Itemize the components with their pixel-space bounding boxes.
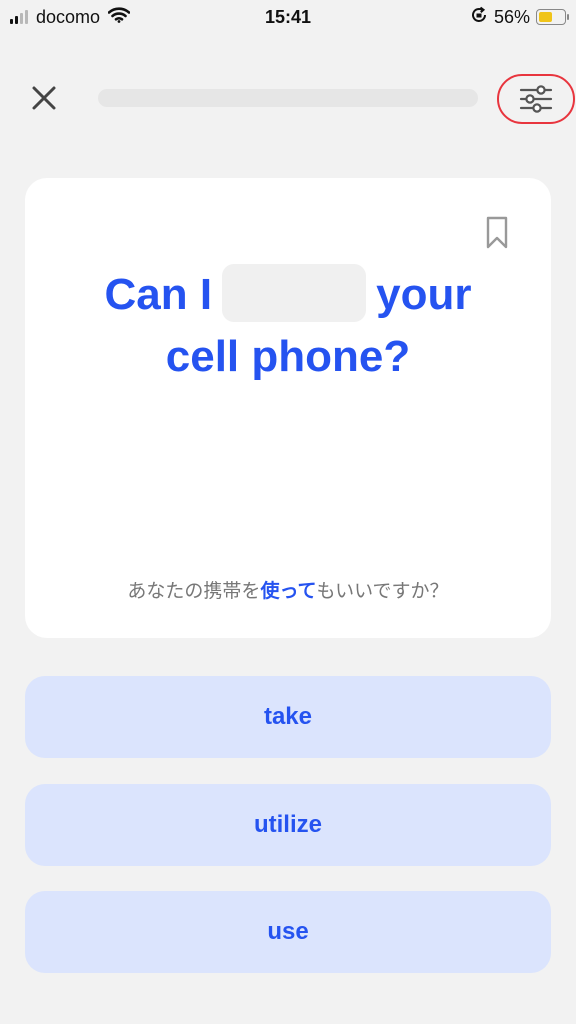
- carrier-name: docomo: [36, 6, 101, 27]
- answer-blank: [222, 264, 367, 323]
- sliders-icon: [519, 85, 553, 113]
- sentence-line-2: cell phone?: [165, 332, 411, 381]
- sentence-after-blank: your: [376, 270, 472, 319]
- translation-highlight: 使って: [260, 581, 317, 602]
- status-time: 15:41: [264, 6, 312, 27]
- status-left: docomo: [10, 7, 210, 28]
- battery-level: [539, 12, 553, 22]
- question-card: Can I your cell phone? あなたの携帯を使ってもいいですか？: [25, 178, 551, 638]
- choice-button-take[interactable]: take: [25, 676, 551, 758]
- status-bar: docomo 15:41 56%: [0, 0, 576, 34]
- question-sentence: Can I your cell phone?: [25, 264, 551, 388]
- battery-icon: [536, 9, 569, 25]
- bookmark-icon: [486, 216, 508, 249]
- status-right: 56%: [366, 6, 569, 29]
- choice-button-utilize[interactable]: utilize: [25, 784, 551, 866]
- close-icon: [32, 86, 56, 110]
- battery-percent: 56%: [493, 6, 530, 27]
- orientation-lock-icon: [470, 6, 488, 29]
- sentence-before-blank: Can I: [104, 270, 213, 319]
- choice-button-use[interactable]: use: [25, 891, 551, 973]
- translation-after: もいいですか？: [316, 581, 449, 602]
- progress-bar: [98, 89, 478, 107]
- quiz-screen: docomo 15:41 56% Can I your cell phone? …: [0, 0, 576, 1024]
- bookmark-button[interactable]: [485, 216, 509, 250]
- sentence-line-1: Can I your: [25, 264, 551, 326]
- wifi-icon: [107, 6, 131, 28]
- japanese-translation: あなたの携帯を使ってもいいですか？: [25, 576, 551, 603]
- settings-button[interactable]: [497, 74, 575, 124]
- signal-icon: [10, 10, 28, 24]
- translation-before: あなたの携帯を: [127, 581, 261, 602]
- close-button[interactable]: [24, 78, 64, 118]
